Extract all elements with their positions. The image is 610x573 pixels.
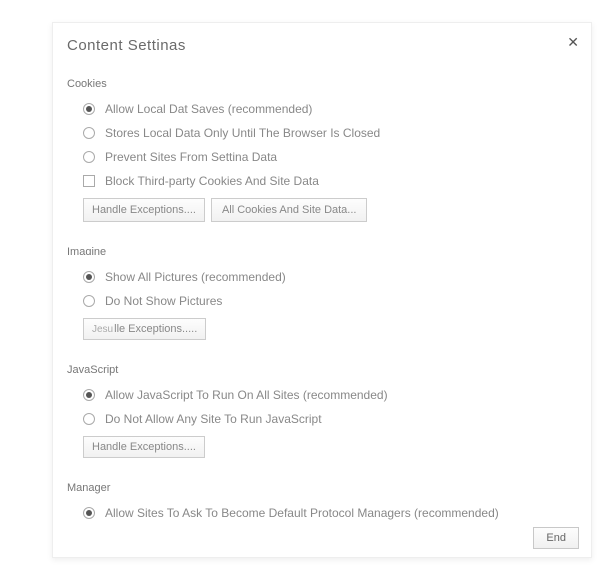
cookies-all-data-button[interactable]: All Cookies And Site Data... xyxy=(211,198,368,222)
radio-icon xyxy=(83,127,95,139)
images-option-do-not-show[interactable]: Do Not Show Pictures xyxy=(83,294,569,308)
radio-icon xyxy=(83,151,95,163)
cookies-option-allow[interactable]: Allow Local Dat Saves (recommended) xyxy=(83,102,569,116)
option-label: Stores Local Data Only Until The Browser… xyxy=(105,126,380,140)
option-label: Allow Sites To Ask To Become Default Pro… xyxy=(105,506,499,520)
section-cookies: Cookies Allow Local Dat Saves (recommend… xyxy=(67,78,569,222)
section-javascript: JavaScript Allow JavaScript To Run On Al… xyxy=(67,364,569,458)
checkbox-icon xyxy=(83,175,95,187)
cookies-option-prevent[interactable]: Prevent Sites From Settina Data xyxy=(83,150,569,164)
option-label: Do Not Show Pictures xyxy=(105,294,222,308)
option-label: Show All Pictures (recommended) xyxy=(105,270,286,284)
section-label-javascript: JavaScript xyxy=(67,364,569,376)
radio-icon xyxy=(83,413,95,425)
section-label-cookies: Cookies xyxy=(67,78,569,90)
radio-icon xyxy=(83,271,95,283)
radio-icon xyxy=(83,507,95,519)
radio-icon xyxy=(83,103,95,115)
cookies-handle-exceptions-button[interactable]: Handle Exceptions.... xyxy=(83,198,205,222)
option-label: Do Not Allow Any Site To Run JavaScript xyxy=(105,412,322,426)
section-images: Imaɑine Show All Pictures (recommended) … xyxy=(67,246,569,340)
option-label: Allow JavaScript To Run On All Sites (re… xyxy=(105,388,388,402)
images-option-show-all[interactable]: Show All Pictures (recommended) xyxy=(83,270,569,284)
section-manager: Manager Allow Sites To Ask To Become Def… xyxy=(67,482,569,520)
cookies-option-block-thirdparty[interactable]: Block Third-party Cookies And Site Data xyxy=(83,174,569,188)
images-handle-exceptions-button[interactable]: Jesulle Exceptions..... xyxy=(83,318,206,340)
javascript-option-allow[interactable]: Allow JavaScript To Run On All Sites (re… xyxy=(83,388,569,402)
dialog-footer: End xyxy=(533,527,579,549)
radio-icon xyxy=(83,295,95,307)
option-label: Block Third-party Cookies And Site Data xyxy=(105,174,319,188)
radio-icon xyxy=(83,389,95,401)
section-label-images: Imaɑine xyxy=(67,246,569,258)
dialog-scroll-area[interactable]: Content Settinas Cookies Allow Local Dat… xyxy=(53,23,583,523)
btn-suffix: lle Exceptions..... xyxy=(114,323,197,335)
cookies-option-until-close[interactable]: Stores Local Data Only Until The Browser… xyxy=(83,126,569,140)
dialog-title: Content Settinas xyxy=(67,37,569,54)
content-settings-dialog: ✕ Content Settinas Cookies Allow Local D… xyxy=(52,22,592,558)
manager-option-allow-ask[interactable]: Allow Sites To Ask To Become Default Pro… xyxy=(83,506,569,520)
end-button[interactable]: End xyxy=(533,527,579,549)
javascript-handle-exceptions-button[interactable]: Handle Exceptions.... xyxy=(83,436,205,458)
section-label-manager: Manager xyxy=(67,482,569,494)
option-label: Allow Local Dat Saves (recommended) xyxy=(105,102,312,116)
option-label: Prevent Sites From Settina Data xyxy=(105,150,277,164)
btn-prefix: Jesu xyxy=(92,324,113,335)
javascript-option-block[interactable]: Do Not Allow Any Site To Run JavaScript xyxy=(83,412,569,426)
